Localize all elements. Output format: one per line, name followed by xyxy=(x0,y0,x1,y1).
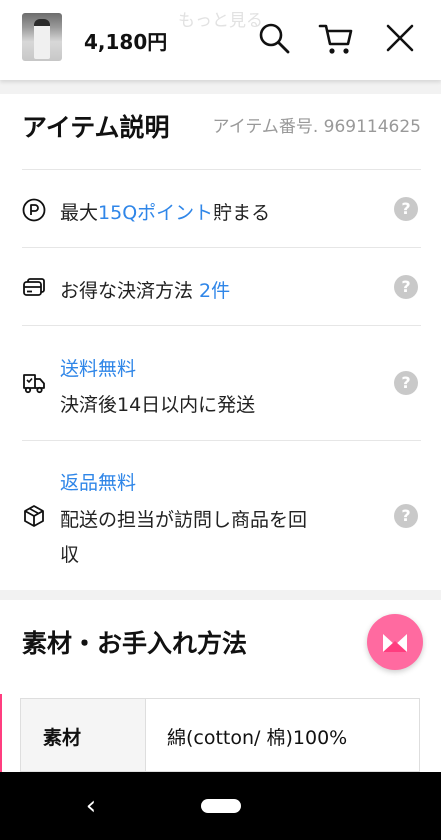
material-label-cell xyxy=(21,699,146,771)
points-link[interactable]: 15Qポイント xyxy=(98,202,213,224)
card-icon xyxy=(23,278,45,296)
item-number: アイテム番号. 969114625 xyxy=(212,117,421,137)
payment-count-link[interactable]: 2件 xyxy=(199,280,230,302)
product-header: もっと見る 4,180円 xyxy=(0,0,441,80)
product-price: 4,180円 xyxy=(84,30,168,54)
returns-help-icon[interactable]: ? xyxy=(394,504,418,528)
product-figure xyxy=(34,19,50,59)
returns-detail-line1: 配送の担当が訪問し商品を回 xyxy=(60,509,308,531)
divider xyxy=(22,169,421,170)
more-link-faded[interactable]: もっと見る xyxy=(0,6,441,31)
search-icon[interactable] xyxy=(256,20,292,56)
points-prefix: 最大 xyxy=(60,202,99,224)
divider xyxy=(22,247,421,248)
material-value: 綿(cotton/ 棉)100% xyxy=(167,727,348,749)
product-thumbnail[interactable] xyxy=(22,13,62,61)
points-help-icon[interactable]: ? xyxy=(394,197,418,221)
free-shipping-label: 送料無料 xyxy=(60,358,137,380)
returns-detail-line2: 収 xyxy=(60,544,80,566)
box-icon xyxy=(24,505,44,527)
material-label: 素材 xyxy=(43,727,82,749)
cart-icon[interactable] xyxy=(318,20,354,56)
floating-m-button[interactable] xyxy=(367,614,423,670)
payment-prefix: お得な決済方法 xyxy=(60,280,200,302)
back-button[interactable]: ‹ xyxy=(80,788,102,824)
item-description-title: アイテム説明 xyxy=(22,113,170,142)
material-table: 素材 綿(cotton/ 棉)100% xyxy=(20,698,420,772)
point-icon xyxy=(22,198,46,222)
divider xyxy=(22,440,421,441)
points-suffix: 貯まる xyxy=(213,202,271,224)
truck-icon xyxy=(23,374,45,394)
free-returns-label: 返品無料 xyxy=(60,472,137,494)
material-title: 素材・お手入れ方法 xyxy=(22,629,248,658)
payment-row-text: お得な決済方法 2件 xyxy=(60,276,230,303)
home-button[interactable] xyxy=(201,799,241,813)
m-logo-icon xyxy=(383,634,407,652)
edge-accent xyxy=(0,694,2,772)
divider xyxy=(22,325,421,326)
close-icon[interactable] xyxy=(382,20,418,56)
shipping-detail: 決済後14日以内に発送 xyxy=(60,394,256,416)
points-row-text: 最大15Qポイント貯まる xyxy=(60,198,270,225)
shipping-help-icon[interactable]: ? xyxy=(394,371,418,395)
payment-help-icon[interactable]: ? xyxy=(394,275,418,299)
